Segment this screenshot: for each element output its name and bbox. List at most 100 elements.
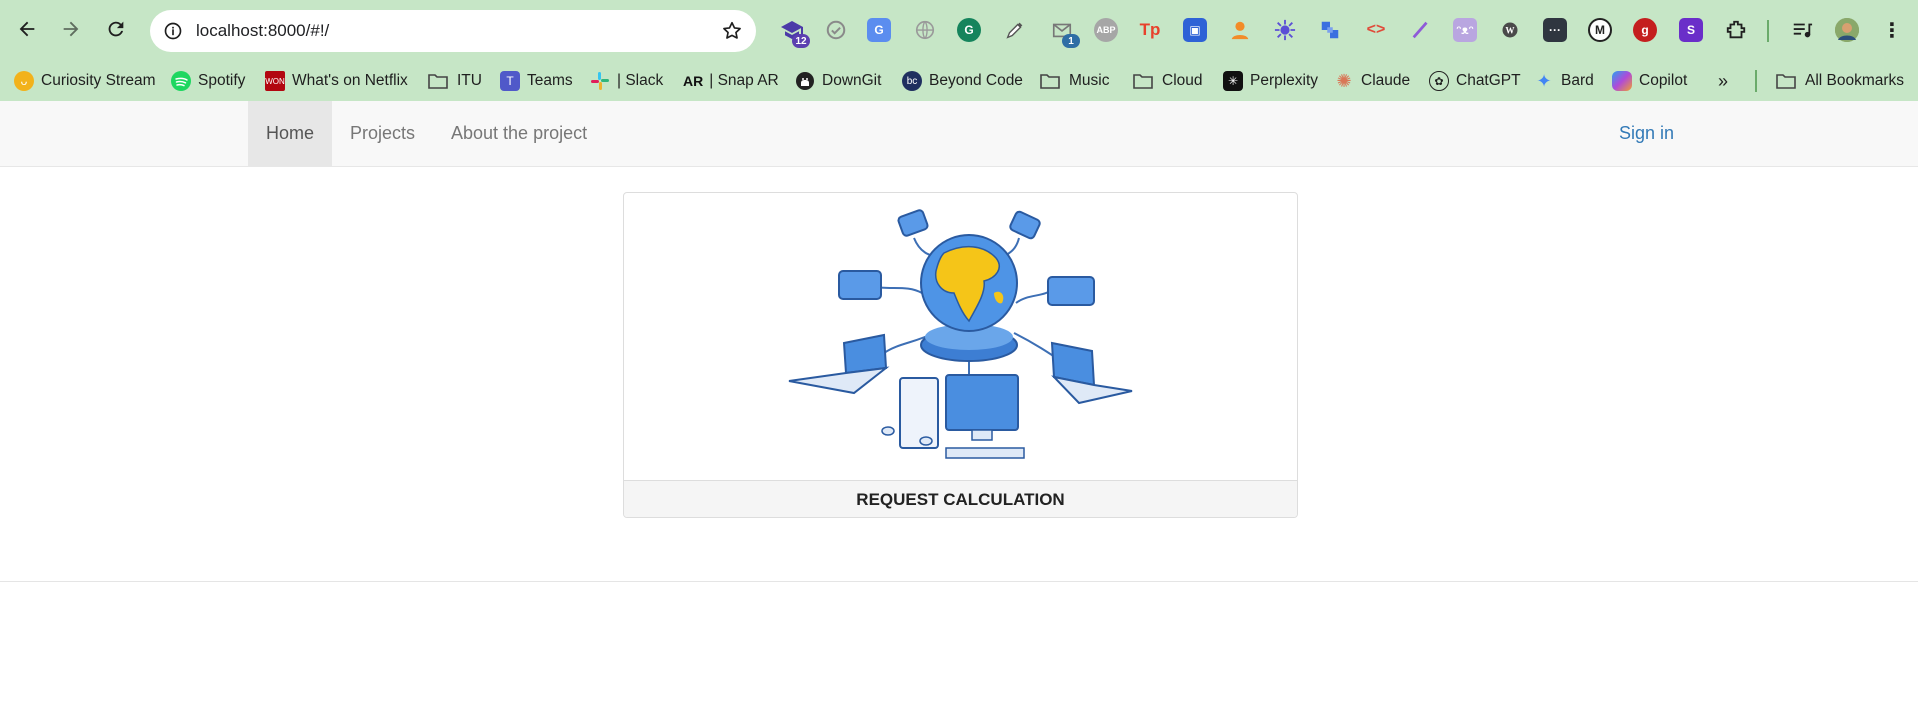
bookmark-label: ITU [457, 72, 482, 89]
curiosity-icon: ᴗ [14, 71, 34, 91]
person-icon[interactable] [1228, 18, 1252, 42]
more-icon[interactable]: ⋮ [1880, 18, 1904, 42]
reload-icon [108, 21, 124, 37]
back-button[interactable] [9, 11, 45, 47]
beyond-code-icon: bc [902, 71, 922, 91]
bookmark-label: Curiosity Stream [41, 72, 156, 89]
chevron-double-right-icon: » [1718, 70, 1729, 91]
request-calculation-card[interactable]: REQUEST CALCULATION [623, 192, 1298, 518]
sign-in-link[interactable]: Sign in [1601, 101, 1692, 166]
profile-avatar[interactable] [1835, 18, 1859, 42]
snap-ar-icon: AR [683, 73, 704, 89]
teams-icon: T [500, 71, 520, 91]
eyedropper-icon[interactable] [1003, 18, 1027, 42]
translate-icon[interactable]: G [867, 18, 891, 42]
copilot-icon [1612, 71, 1632, 91]
forward-button[interactable] [53, 11, 89, 47]
graduation-badge: 12 [792, 34, 810, 48]
nav-about[interactable]: About the project [433, 101, 605, 166]
bookmark-label: Teams [527, 72, 573, 89]
bookmark-label: | Snap AR [709, 72, 779, 89]
perplexity-icon: ✳ [1223, 71, 1243, 91]
bookmark-label: | Slack [617, 72, 664, 89]
bookmark-label: Music [1069, 72, 1110, 89]
bookmark-label: Spotify [198, 72, 246, 89]
media-icon[interactable] [1790, 18, 1814, 42]
back-arrow-icon [19, 21, 35, 37]
url-text[interactable]: localhost:8000/#!/ [196, 21, 329, 41]
folder-icon [1040, 74, 1060, 89]
dots-icon[interactable]: ··· [1543, 18, 1567, 42]
bookmark-downgit[interactable]: DownGit [795, 61, 881, 101]
svg-text:W: W [1505, 25, 1515, 35]
bookmark-claude[interactable]: ✺ Claude [1334, 61, 1410, 101]
wordpress-icon[interactable]: W [1498, 18, 1522, 42]
reload-button[interactable] [98, 11, 134, 47]
medium-icon[interactable]: M [1588, 18, 1612, 42]
cat-icon[interactable]: ᵔᴥᵔ [1453, 18, 1477, 42]
bookmark-label: Cloud [1162, 72, 1203, 89]
bookmark-copilot[interactable]: Copilot [1612, 61, 1687, 101]
mail-badge: 1 [1062, 34, 1080, 48]
grammarly-icon[interactable]: G [957, 18, 981, 42]
bookmark-all-bookmarks[interactable]: All Bookmarks [1776, 61, 1904, 101]
adblock-icon[interactable]: ABP [1094, 18, 1118, 42]
bookmark-beyond-code[interactable]: bc Beyond Code [902, 61, 1023, 101]
bookmarks-separator [1755, 70, 1757, 92]
bookmark-folder-music[interactable]: Music [1040, 61, 1109, 101]
sun-gear-icon[interactable] [1273, 18, 1297, 42]
check-circle-icon[interactable] [824, 18, 848, 42]
address-bar[interactable]: localhost:8000/#!/ [150, 10, 756, 52]
network-globe-illustration [788, 209, 1133, 459]
code-icon[interactable]: <> [1364, 18, 1388, 42]
nav-home[interactable]: Home [248, 101, 333, 166]
graduation-cap-icon[interactable]: 12 [780, 18, 810, 48]
bookmarks-overflow-button[interactable]: » [1718, 61, 1728, 101]
bookmark-label: DownGit [822, 72, 882, 89]
bookmark-label: Beyond Code [929, 72, 1023, 89]
bookmark-label: ChatGPT [1456, 72, 1521, 89]
bookmark-teams[interactable]: T Teams [500, 61, 573, 101]
site-info-icon[interactable] [160, 18, 186, 44]
bookmark-label: Claude [1361, 72, 1411, 89]
bookmark-folder-itu[interactable]: ITU [428, 61, 482, 101]
bookmark-snap-ar[interactable]: AR | Snap AR [683, 61, 779, 101]
bard-icon: ✦ [1536, 70, 1552, 91]
globe-icon[interactable] [913, 18, 937, 42]
site-navbar: Home Projects About the project Sign in [0, 101, 1918, 167]
bookmark-folder-cloud[interactable]: Cloud [1133, 61, 1203, 101]
bookmark-label: Perplexity [1250, 72, 1319, 89]
forward-arrow-icon [63, 21, 79, 37]
request-calculation-label[interactable]: REQUEST CALCULATION [624, 480, 1297, 517]
bookmark-perplexity[interactable]: ✳ Perplexity [1223, 61, 1318, 101]
claude-icon: ✺ [1336, 70, 1352, 91]
bookmark-bard[interactable]: ✦ Bard [1534, 61, 1594, 101]
bookmarks-bar: ᴗ Curiosity Stream Spotify WON What's on… [0, 61, 1918, 101]
page-divider [0, 581, 1918, 582]
bookmark-spotify[interactable]: Spotify [171, 61, 245, 101]
chatgpt-icon: ✿ [1429, 71, 1449, 91]
spotify-icon [171, 71, 191, 91]
puzzle-blocks-icon[interactable] [1318, 18, 1342, 42]
bookmark-star-icon[interactable] [720, 19, 744, 43]
slack-icon [590, 71, 610, 91]
bookmark-slack[interactable]: | Slack [590, 61, 663, 101]
extensions-icon[interactable] [1724, 18, 1748, 42]
tp-icon[interactable]: Tp [1138, 18, 1162, 42]
mail-icon[interactable]: 1 [1050, 18, 1080, 48]
github-icon [795, 71, 815, 91]
bookmark-curiosity-stream[interactable]: ᴗ Curiosity Stream [14, 61, 156, 101]
folder-icon [1133, 74, 1153, 89]
s-icon[interactable]: S [1679, 18, 1703, 42]
nav-projects[interactable]: Projects [332, 101, 433, 166]
bookmark-label: Copilot [1639, 72, 1688, 89]
folder-icon [428, 74, 448, 89]
toolbar-separator [1767, 20, 1769, 42]
bookmark-label: Bard [1561, 72, 1594, 89]
g-icon[interactable]: g [1633, 18, 1657, 42]
docs-icon[interactable]: ▣ [1183, 18, 1207, 42]
bookmark-chatgpt[interactable]: ✿ ChatGPT [1429, 61, 1521, 101]
pen-icon[interactable] [1409, 18, 1433, 42]
bookmark-whats-on-netflix[interactable]: WON What's on Netflix [265, 61, 408, 101]
browser-toolbar: localhost:8000/#!/ 12 G G 1 ABP Tp ▣ <> … [0, 0, 1918, 61]
